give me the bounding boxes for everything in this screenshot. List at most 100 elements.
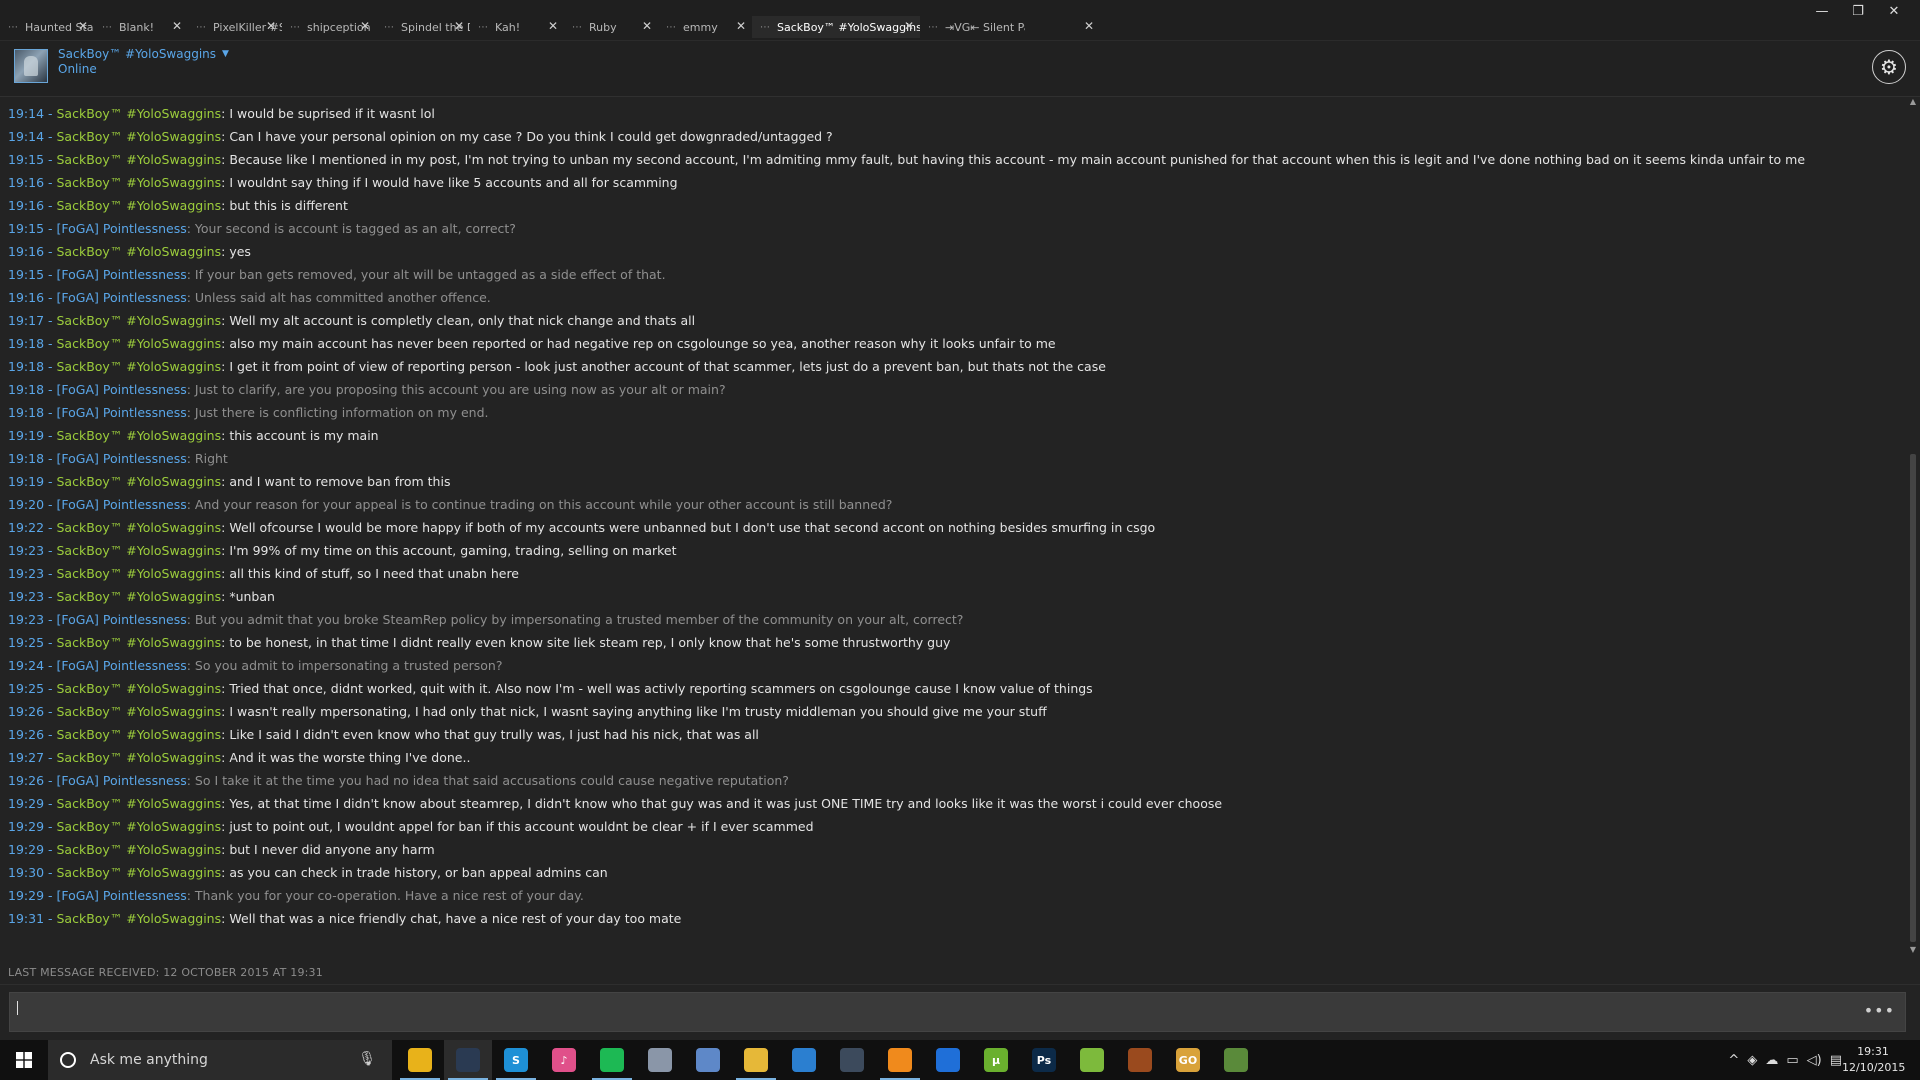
message-sender[interactable]: SackBoy™ #YoloSwaggins xyxy=(57,129,222,144)
message-sender[interactable]: SackBoy™ #YoloSwaggins xyxy=(57,313,222,328)
tab-chat[interactable]: ⋯ Ruby ✕ xyxy=(564,16,658,38)
message-sender[interactable]: SackBoy™ #YoloSwaggins xyxy=(57,543,222,558)
message-sender[interactable]: SackBoy™ #YoloSwaggins xyxy=(57,566,222,581)
taskbar-app-button[interactable]: Ps xyxy=(1020,1040,1068,1080)
close-icon[interactable]: ✕ xyxy=(1084,19,1094,33)
onedrive-icon[interactable]: ☁ xyxy=(1765,1053,1778,1068)
message-sender[interactable]: SackBoy™ #YoloSwaggins xyxy=(57,681,222,696)
tab-chat[interactable]: ⋯ shipception ✕ xyxy=(282,16,376,38)
cortana-search-box[interactable]: Ask me anything 🎙 xyxy=(48,1040,392,1080)
close-icon[interactable]: ✕ xyxy=(642,19,652,33)
message-sender[interactable]: SackBoy™ #YoloSwaggins xyxy=(57,152,222,167)
drag-handle-icon[interactable]: ⋯ xyxy=(384,22,394,33)
drag-handle-icon[interactable]: ⋯ xyxy=(478,22,488,33)
message-sender[interactable]: [FoGA] Pointlessness xyxy=(57,612,187,627)
message-sender[interactable]: [FoGA] Pointlessness xyxy=(57,497,187,512)
friend-name-dropdown[interactable]: SackBoy™ #YoloSwaggins ▼ xyxy=(58,47,229,61)
message-sender[interactable]: [FoGA] Pointlessness xyxy=(57,221,187,236)
gear-icon[interactable]: ⚙ xyxy=(1872,50,1906,84)
close-icon[interactable]: ✕ xyxy=(904,19,914,33)
message-sender[interactable]: SackBoy™ #YoloSwaggins xyxy=(57,428,222,443)
tab-chat[interactable]: ⋯Haunted Starfish✕ xyxy=(0,16,94,38)
close-icon[interactable]: ✕ xyxy=(360,19,370,33)
message-sender[interactable]: SackBoy™ #YoloSwaggins xyxy=(57,865,222,880)
network-icon[interactable]: ▭ xyxy=(1786,1053,1798,1068)
message-sender[interactable]: SackBoy™ #YoloSwaggins xyxy=(57,106,222,121)
message-sender[interactable]: [FoGA] Pointlessness xyxy=(57,382,187,397)
drag-handle-icon[interactable]: ⋯ xyxy=(102,22,112,33)
tab-chat[interactable]: ⋯ Blank! ✕ xyxy=(94,16,188,38)
message-sender[interactable]: SackBoy™ #YoloSwaggins xyxy=(57,750,222,765)
message-sender[interactable]: SackBoy™ #YoloSwaggins xyxy=(57,520,222,535)
drag-handle-icon[interactable]: ⋯ xyxy=(196,22,206,33)
close-window-button[interactable]: ✕ xyxy=(1876,4,1912,19)
steam-tray-icon[interactable]: ◈ xyxy=(1747,1053,1757,1068)
tab-chat[interactable]: ⋯ emmy ✕ xyxy=(658,16,752,38)
start-button[interactable] xyxy=(0,1040,48,1080)
scroll-up-arrow-icon[interactable]: ▲ xyxy=(1906,97,1920,109)
message-sender[interactable]: SackBoy™ #YoloSwaggins xyxy=(57,796,222,811)
message-sender[interactable]: [FoGA] Pointlessness xyxy=(57,267,187,282)
tab-active-chat[interactable]: ⋯ SackBoy™ #YoloSwaggins ✕ xyxy=(752,16,920,38)
message-sender[interactable]: SackBoy™ #YoloSwaggins xyxy=(57,175,222,190)
message-sender[interactable]: [FoGA] Pointlessness xyxy=(57,888,187,903)
close-icon[interactable]: ✕ xyxy=(78,19,88,33)
tab-chat[interactable]: ⋯ Kah! ✕ xyxy=(470,16,564,38)
minimize-button[interactable]: — xyxy=(1804,4,1840,19)
drag-handle-icon[interactable]: ⋯ xyxy=(8,22,18,33)
drag-handle-icon[interactable]: ⋯ xyxy=(666,22,676,33)
taskbar-app-button[interactable]: ♪ xyxy=(540,1040,588,1080)
tab-chat[interactable]: ⋯PixelKiller #Silver 4✕ xyxy=(188,16,282,38)
close-icon[interactable]: ✕ xyxy=(172,19,182,33)
scroll-down-arrow-icon[interactable]: ▼ xyxy=(1906,945,1920,957)
taskbar-app-button[interactable] xyxy=(780,1040,828,1080)
close-icon[interactable]: ✕ xyxy=(454,19,464,33)
drag-handle-icon[interactable]: ⋯ xyxy=(290,22,300,33)
chat-scrollbar[interactable]: ▲ ▼ xyxy=(1906,97,1920,957)
tab-chat[interactable]: ⋯ ⇥VG⇤ Silent Partner ☆Y.A.☆ ✕ xyxy=(920,16,1100,38)
avatar[interactable] xyxy=(14,49,48,83)
message-sender[interactable]: [FoGA] Pointlessness xyxy=(57,405,187,420)
message-sender[interactable]: [FoGA] Pointlessness xyxy=(57,658,187,673)
drag-handle-icon[interactable]: ⋯ xyxy=(928,22,938,33)
taskbar-app-button[interactable]: S xyxy=(492,1040,540,1080)
message-sender[interactable]: SackBoy™ #YoloSwaggins xyxy=(57,198,222,213)
drag-handle-icon[interactable]: ⋯ xyxy=(572,22,582,33)
close-icon[interactable]: ✕ xyxy=(736,19,746,33)
taskbar-app-button[interactable] xyxy=(876,1040,924,1080)
action-center-icon[interactable]: ▤ xyxy=(1830,1053,1842,1068)
tab-chat[interactable]: ⋯Spindel the Daytony✕ xyxy=(376,16,470,38)
microphone-icon[interactable]: 🎙 xyxy=(358,1051,376,1067)
message-input-box[interactable]: ••• xyxy=(9,992,1906,1032)
message-sender[interactable]: [FoGA] Pointlessness xyxy=(57,451,187,466)
restore-button[interactable]: ❐ xyxy=(1840,4,1876,19)
taskbar-app-button[interactable] xyxy=(588,1040,636,1080)
message-sender[interactable]: SackBoy™ #YoloSwaggins xyxy=(57,842,222,857)
message-sender[interactable]: SackBoy™ #YoloSwaggins xyxy=(57,336,222,351)
taskbar-app-button[interactable] xyxy=(684,1040,732,1080)
message-sender[interactable]: [FoGA] Pointlessness xyxy=(57,773,187,788)
taskbar-app-button[interactable] xyxy=(1068,1040,1116,1080)
message-sender[interactable]: SackBoy™ #YoloSwaggins xyxy=(57,727,222,742)
close-icon[interactable]: ✕ xyxy=(266,19,276,33)
close-icon[interactable]: ✕ xyxy=(548,19,558,33)
message-sender[interactable]: [FoGA] Pointlessness xyxy=(57,290,187,305)
taskbar-app-button[interactable] xyxy=(444,1040,492,1080)
clock[interactable]: 19:31 12/10/2015 xyxy=(1842,1044,1905,1076)
message-input[interactable] xyxy=(20,993,1860,1031)
message-sender[interactable]: SackBoy™ #YoloSwaggins xyxy=(57,589,222,604)
message-sender[interactable]: SackBoy™ #YoloSwaggins xyxy=(57,635,222,650)
taskbar-app-button[interactable]: µ xyxy=(972,1040,1020,1080)
message-sender[interactable]: SackBoy™ #YoloSwaggins xyxy=(57,911,222,926)
taskbar-app-button[interactable] xyxy=(924,1040,972,1080)
taskbar-app-button[interactable] xyxy=(828,1040,876,1080)
drag-handle-icon[interactable]: ⋯ xyxy=(760,22,770,33)
show-hidden-icons-icon[interactable]: ^ xyxy=(1728,1053,1739,1068)
message-sender[interactable]: SackBoy™ #YoloSwaggins xyxy=(57,244,222,259)
message-sender[interactable]: SackBoy™ #YoloSwaggins xyxy=(57,474,222,489)
message-sender[interactable]: SackBoy™ #YoloSwaggins xyxy=(57,359,222,374)
taskbar-app-button[interactable] xyxy=(636,1040,684,1080)
taskbar-app-button[interactable] xyxy=(396,1040,444,1080)
taskbar-app-button[interactable] xyxy=(732,1040,780,1080)
message-sender[interactable]: SackBoy™ #YoloSwaggins xyxy=(57,704,222,719)
